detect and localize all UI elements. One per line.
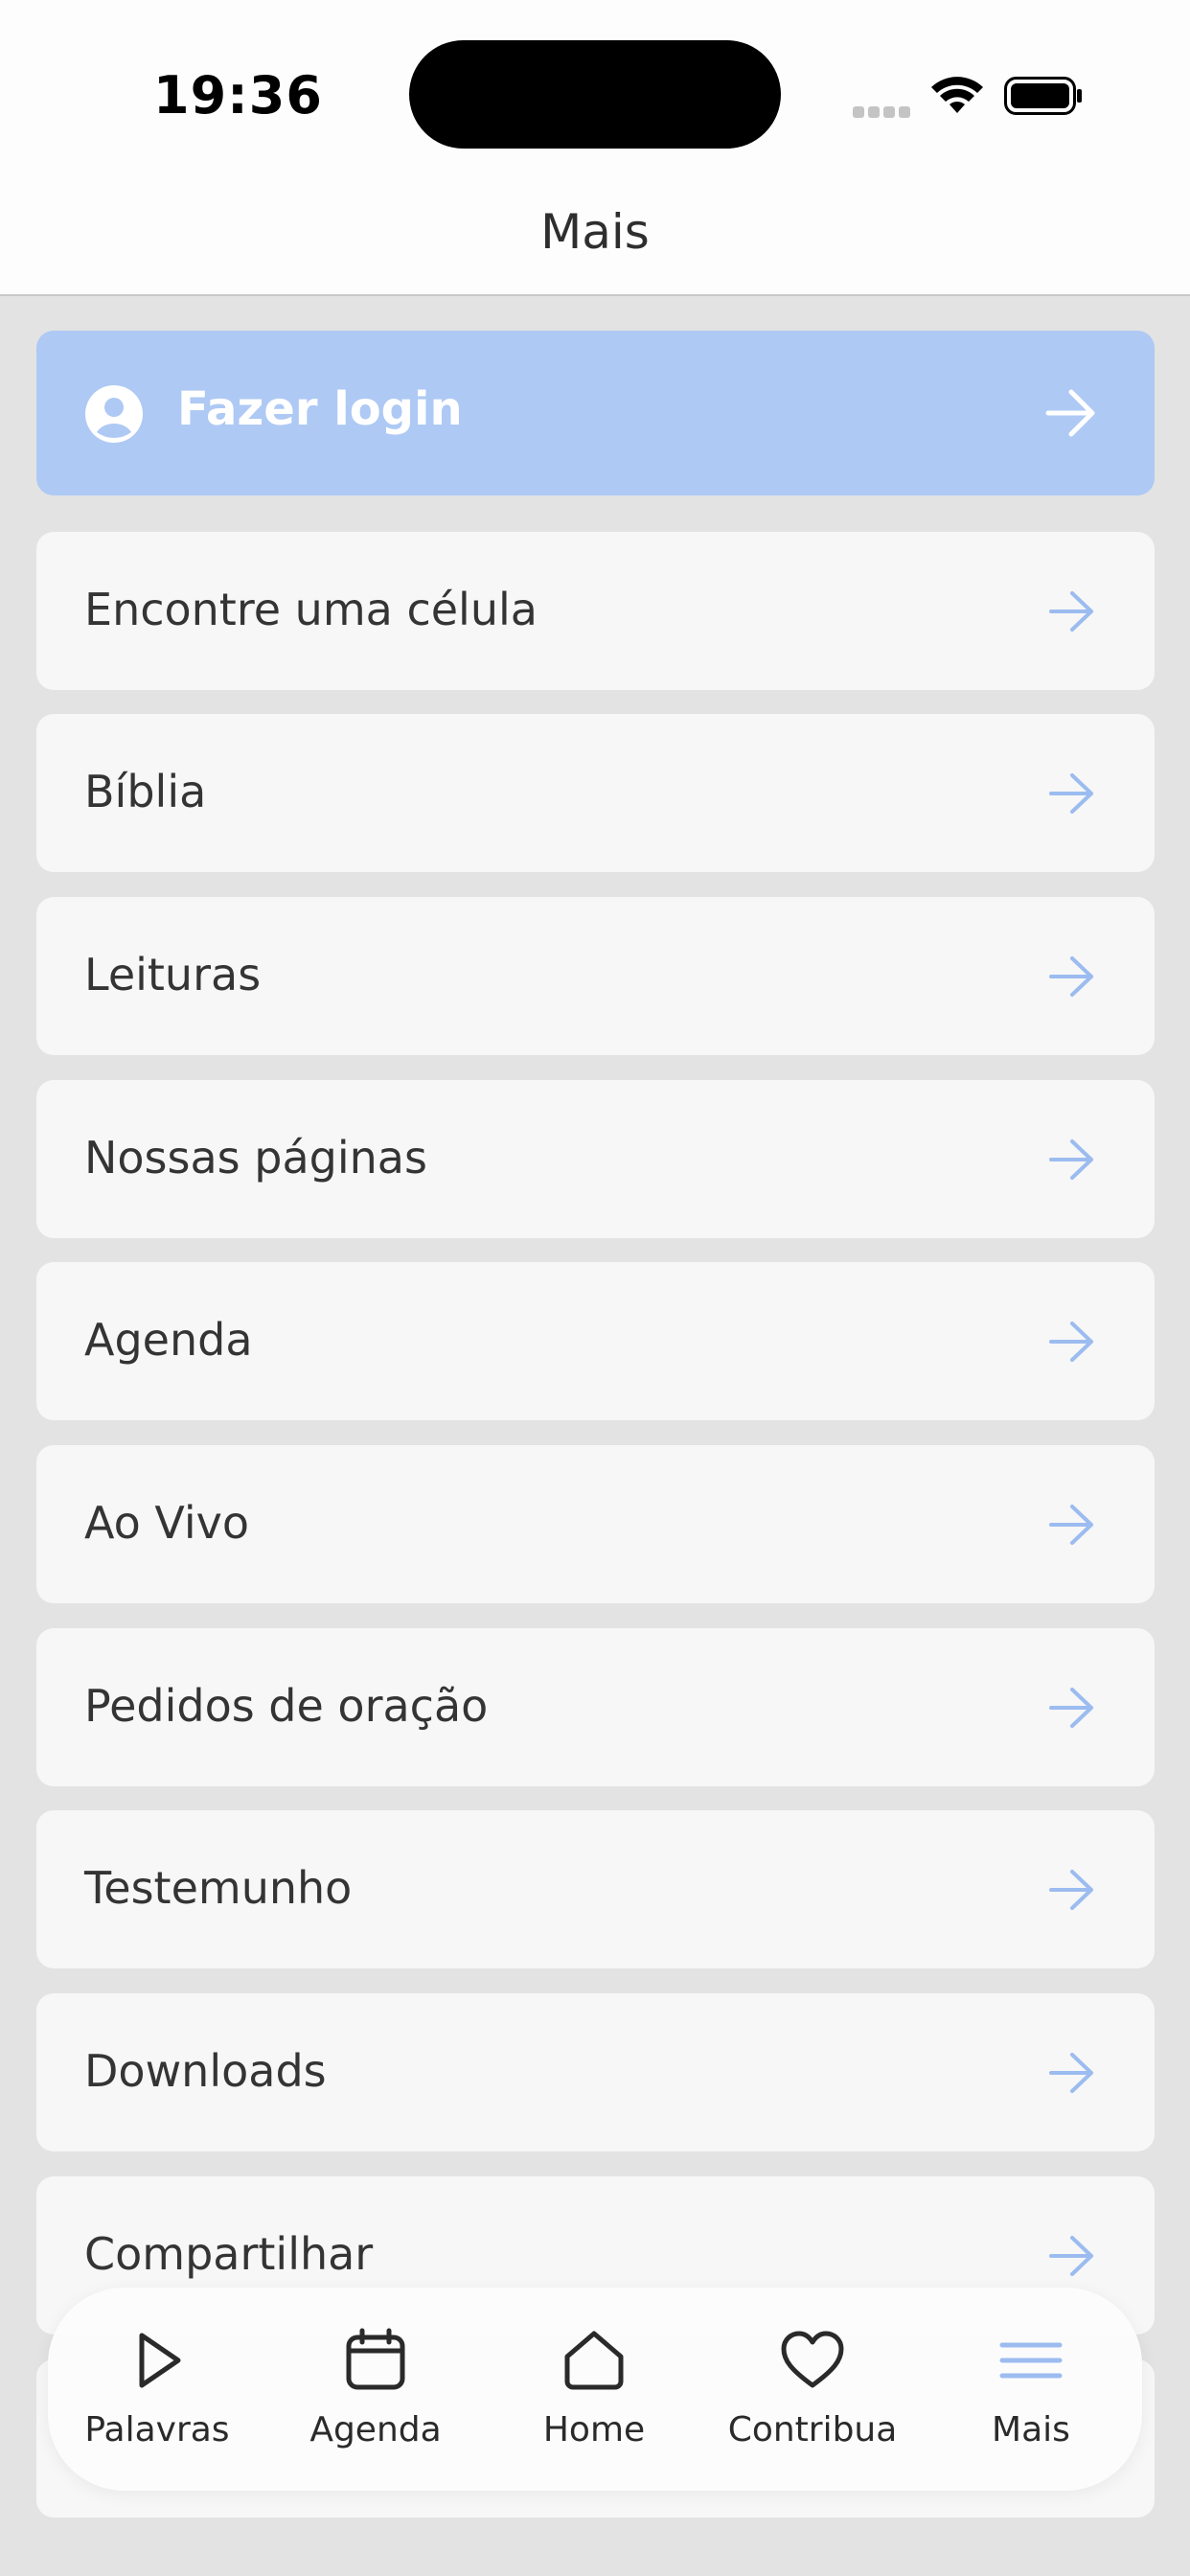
page-title: Mais [540,204,650,260]
arrow-right-icon [1049,1870,1093,1910]
calendar-icon [346,2328,405,2390]
tab-label: Home [542,2410,646,2450]
battery-icon [1004,77,1082,115]
menu-item-label: Bíblia [84,766,207,817]
menu-item-label: Downloads [84,2045,327,2097]
nav-header: Mais [0,187,1190,296]
menu-item-label: Leituras [84,949,262,1000]
arrow-right-icon [1049,2053,1093,2093]
menu-item-pedidos-oracao[interactable]: Pedidos de oração [36,1628,1155,1786]
tab-mais[interactable]: Mais [922,2288,1140,2491]
arrow-right-icon [1049,591,1093,632]
menu-item-label: Pedidos de oração [84,1680,489,1732]
tab-label: Agenda [309,2410,442,2450]
tab-palavras[interactable]: Palavras [48,2288,266,2491]
menu-item-ao-vivo[interactable]: Ao Vivo [36,1445,1155,1603]
menu-item-agenda[interactable]: Agenda [36,1262,1155,1420]
menu-item-downloads[interactable]: Downloads [36,1993,1155,2151]
status-time: 19:36 [153,65,323,126]
dynamic-island [409,40,781,149]
tab-agenda[interactable]: Agenda [266,2288,485,2491]
login-button[interactable]: Fazer login [36,331,1155,495]
arrow-right-icon [1049,1688,1093,1728]
menu-item-label: Nossas páginas [84,1132,427,1184]
play-icon [139,2333,181,2388]
wifi-icon [931,77,983,113]
arrow-right-icon [1049,1505,1093,1545]
arrow-right-icon [1045,389,1095,437]
user-avatar-icon [85,385,143,443]
menu-item-encontre-celula[interactable]: Encontre uma célula [36,532,1155,690]
login-label: Fazer login [177,382,463,436]
menu-item-biblia[interactable]: Bíblia [36,714,1155,872]
tab-home[interactable]: Home [485,2288,703,2491]
arrow-right-icon [1049,1322,1093,1362]
menu-item-label: Encontre uma célula [84,584,538,635]
home-icon [564,2331,624,2390]
cellular-signal-icon [853,104,914,118]
heart-icon [781,2331,844,2388]
tab-contribua[interactable]: Contribua [703,2288,922,2491]
menu-item-leituras[interactable]: Leituras [36,897,1155,1055]
menu-item-label: Agenda [84,1314,253,1366]
arrow-right-icon [1049,2236,1093,2276]
tab-label: Palavras [84,2410,230,2450]
tab-label: Mais [992,2410,1070,2450]
arrow-right-icon [1049,1139,1093,1180]
tab-bar: Palavras Agenda Home Contribua Mais [48,2288,1142,2491]
status-bar: 19:36 [0,0,1190,187]
arrow-right-icon [1049,773,1093,814]
tab-label: Contribua [727,2410,898,2450]
menu-item-testemunho[interactable]: Testemunho [36,1810,1155,1968]
menu-item-label: Testemunho [84,1862,353,1914]
menu-icon [999,2342,1063,2379]
menu-item-nossas-paginas[interactable]: Nossas páginas [36,1080,1155,1238]
menu-item-label: Ao Vivo [84,1497,250,1549]
arrow-right-icon [1049,956,1093,997]
menu-item-label: Compartilhar [84,2228,374,2280]
